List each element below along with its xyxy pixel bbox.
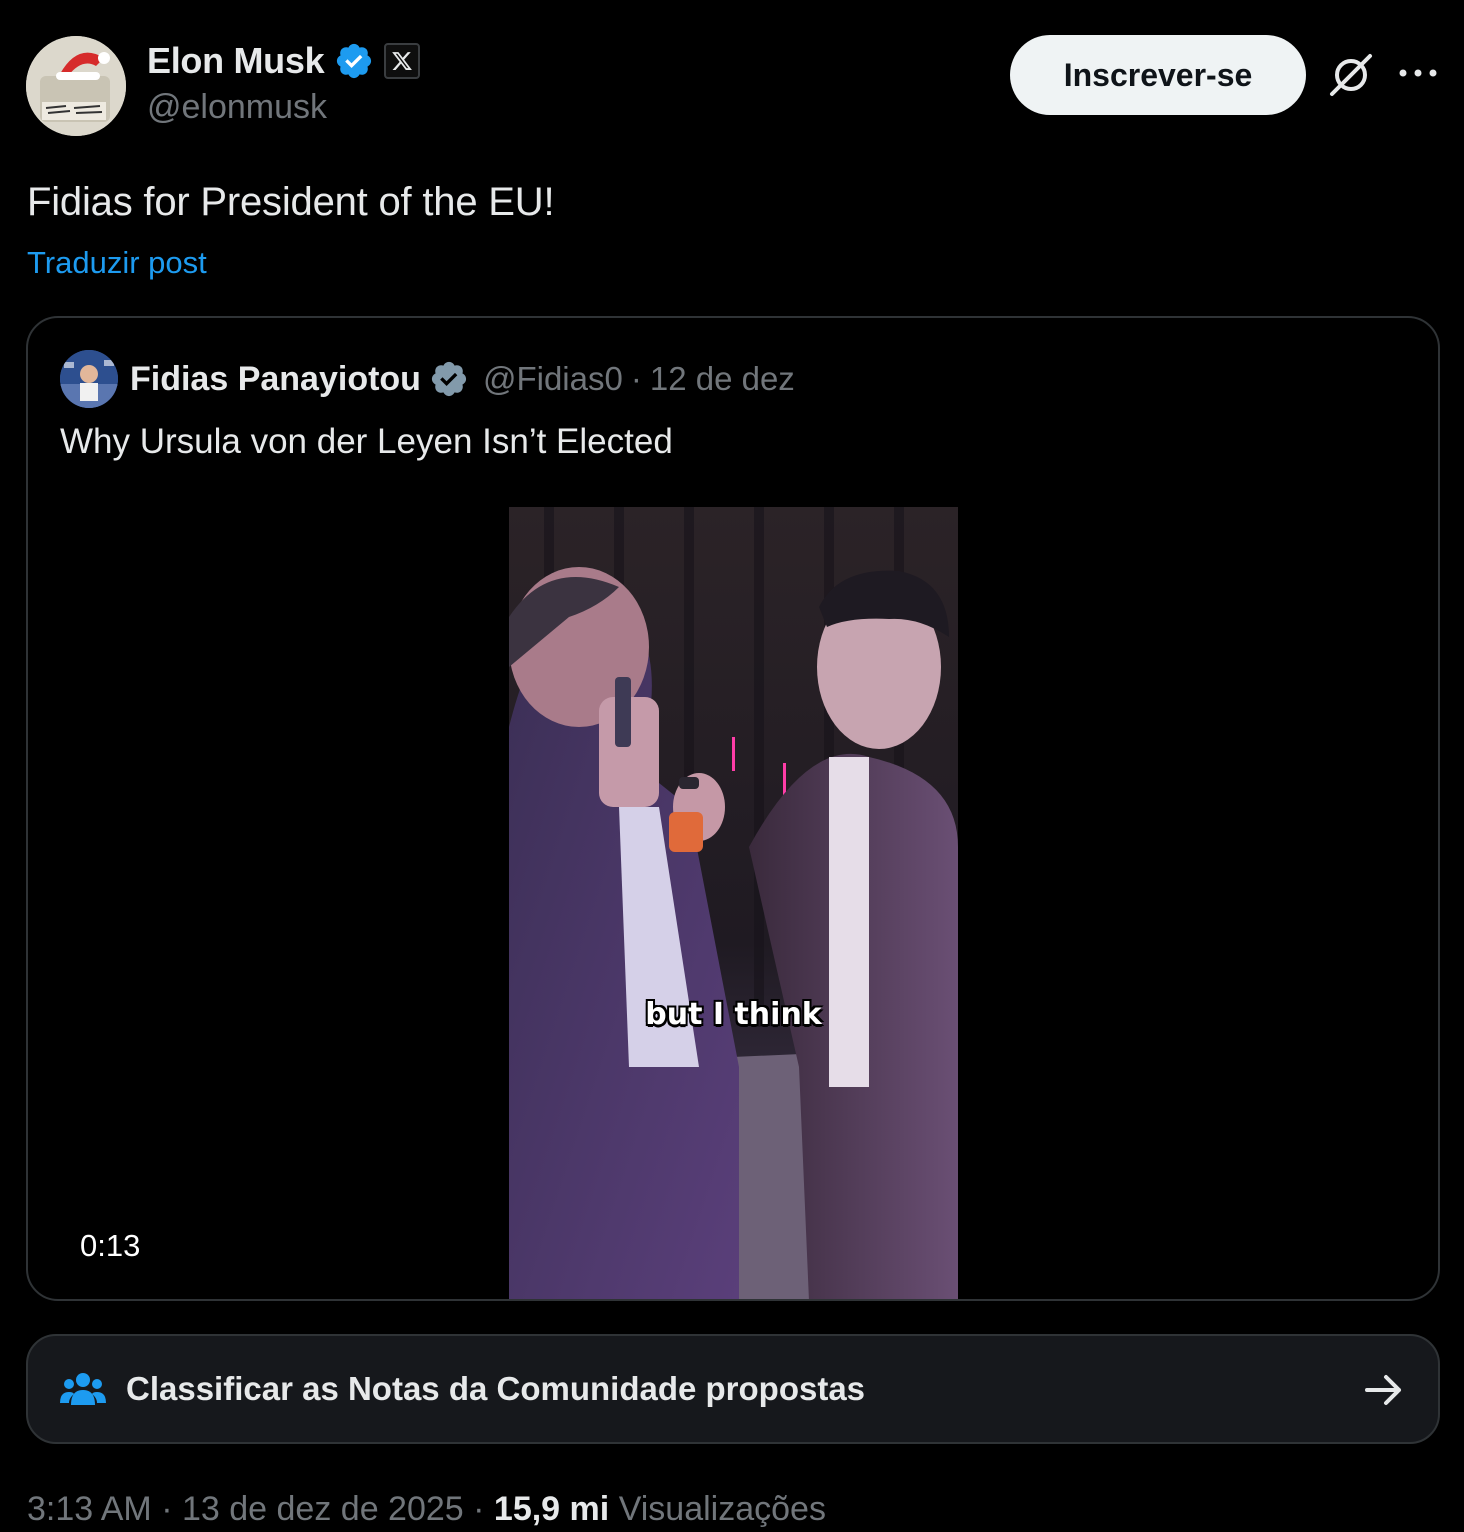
translate-post-link[interactable]: Traduzir post bbox=[27, 245, 207, 281]
post-page: Elon Musk @elonmusk Inscrever-se Fidias … bbox=[0, 0, 1464, 1532]
people-icon bbox=[60, 1373, 106, 1405]
author-handle[interactable]: @elonmusk bbox=[147, 88, 327, 127]
author-line: Elon Musk bbox=[147, 38, 421, 84]
separator-dot: · bbox=[630, 360, 642, 397]
grok-icon[interactable] bbox=[1326, 50, 1376, 100]
views-label: Visualizações bbox=[618, 1490, 826, 1528]
video-caption: but I think bbox=[645, 997, 822, 1032]
separator-dot: · bbox=[473, 1490, 485, 1528]
quoted-header: Fidias Panayiotou @Fidias0 · 12 de dez bbox=[130, 354, 795, 404]
views-count: 15,9 mi bbox=[493, 1490, 610, 1528]
community-notes-label: Classificar as Notas da Comunidade propo… bbox=[126, 1370, 866, 1407]
verified-badge-icon bbox=[431, 361, 467, 397]
more-icon[interactable] bbox=[1396, 58, 1440, 88]
video-duration: 0:13 bbox=[80, 1228, 141, 1263]
post-meta: 3:13 AM · 13 de dez de 2025 · 15,9 mi Vi… bbox=[27, 1490, 826, 1529]
separator-dot: · bbox=[161, 1490, 173, 1528]
quoted-post-text: Why Ursula von der Leyen Isn’t Elected bbox=[60, 422, 673, 461]
x-logo-icon bbox=[384, 43, 421, 79]
verified-badge-icon bbox=[337, 43, 372, 79]
quoted-author-handle[interactable]: @Fidias0 bbox=[483, 360, 623, 398]
quoted-post-date[interactable]: 12 de dez bbox=[650, 360, 795, 398]
community-notes-button[interactable]: Classificar as Notas da Comunidade propo… bbox=[26, 1334, 1440, 1444]
post-time[interactable]: 3:13 AM bbox=[27, 1490, 152, 1528]
quoted-avatar-image bbox=[60, 350, 118, 408]
author-avatar[interactable] bbox=[26, 36, 126, 136]
quoted-author-name[interactable]: Fidias Panayiotou bbox=[130, 360, 421, 399]
author-name[interactable]: Elon Musk bbox=[147, 40, 325, 82]
post-date[interactable]: 13 de dez de 2025 bbox=[182, 1490, 464, 1528]
arrow-right-icon bbox=[1365, 1375, 1401, 1405]
subscribe-button[interactable]: Inscrever-se bbox=[1010, 35, 1306, 115]
video-frame bbox=[509, 507, 958, 1299]
post-text: Fidias for President of the EU! bbox=[27, 180, 555, 224]
video-player[interactable]: but I think bbox=[509, 507, 958, 1299]
quoted-author-avatar bbox=[60, 350, 118, 408]
quoted-post[interactable]: Fidias Panayiotou @Fidias0 · 12 de dez W… bbox=[26, 316, 1440, 1301]
avatar-image bbox=[26, 36, 126, 136]
